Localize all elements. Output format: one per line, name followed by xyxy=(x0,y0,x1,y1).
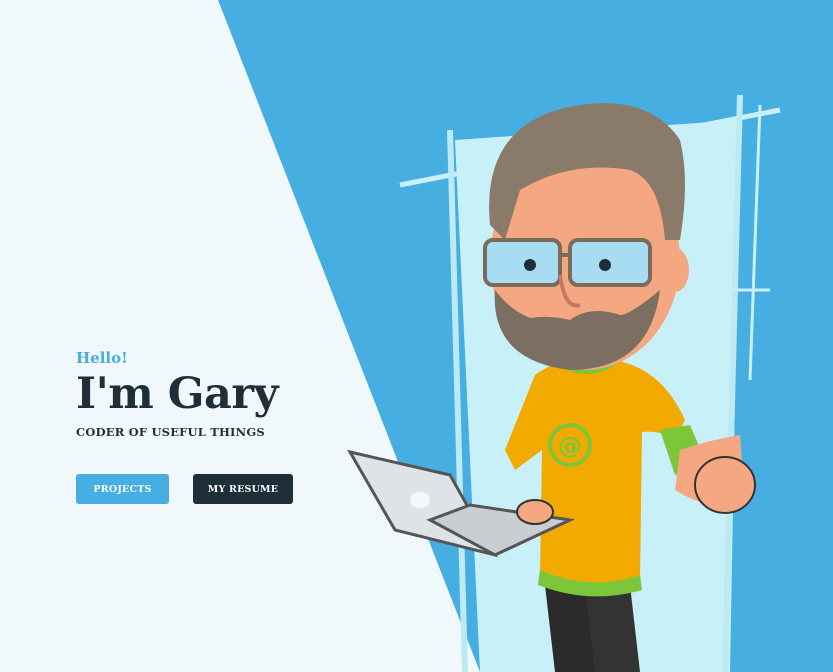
shirt-at-symbol: @ xyxy=(558,432,582,460)
resume-button[interactable]: MY RESUME xyxy=(193,474,293,504)
character-legs xyxy=(545,585,640,672)
cartoon-developer-illustration: @ xyxy=(346,94,781,672)
projects-button[interactable]: PROJECTS xyxy=(76,474,169,504)
